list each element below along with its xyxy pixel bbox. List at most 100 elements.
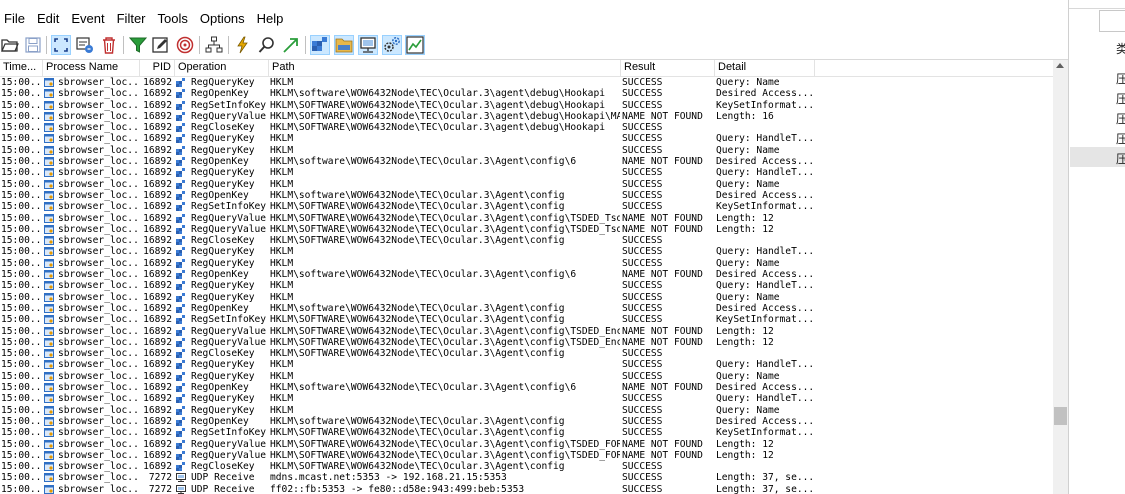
process-icon: [44, 281, 54, 291]
column-result[interactable]: Result: [621, 60, 715, 76]
table-row[interactable]: 15:00... sbrowser_loc... 16892 RegQueryKey H…: [0, 405, 1053, 416]
column-path[interactable]: Path: [269, 60, 621, 76]
menu-options[interactable]: Options: [194, 8, 251, 30]
cell-path: HKLM\SOFTWARE\WOW6432Node\TEC\Ocular.3\A…: [270, 235, 565, 247]
cell-process-name: sbrowser_loc...: [58, 461, 140, 473]
highlight-icon[interactable]: [151, 35, 171, 55]
table-row[interactable]: 15:00... sbrowser_loc... 16892 RegQueryKey H…: [0, 371, 1053, 382]
cell-pid: 16892: [143, 133, 172, 145]
background-list-item[interactable]: 压: [1116, 110, 1125, 127]
table-row[interactable]: 15:00... sbrowser_loc... 16892 RegQueryKey H…: [0, 292, 1053, 303]
table-row[interactable]: 15:00... sbrowser_loc... 16892 RegSetInfoKe…: [0, 100, 1053, 111]
cell-path: HKLM: [270, 246, 294, 258]
table-row[interactable]: 15:00... sbrowser_loc... 16892 RegQueryValu…: [0, 450, 1053, 461]
table-row[interactable]: 15:00... sbrowser_loc... 16892 RegQueryKey H…: [0, 258, 1053, 269]
table-row[interactable]: 15:00... sbrowser_loc... 16892 RegQueryValu…: [0, 337, 1053, 348]
process-icon: [44, 439, 54, 449]
table-row[interactable]: 15:00... sbrowser_loc... 16892 RegOpenKey HK…: [0, 269, 1053, 280]
registry-activity-icon[interactable]: [310, 35, 330, 55]
table-row[interactable]: 15:00... sbrowser_loc... 16892 RegCloseKey H…: [0, 461, 1053, 472]
jump-to-icon[interactable]: [281, 35, 301, 55]
table-row[interactable]: 15:00... sbrowser_loc... 16892 RegSetInfoKe…: [0, 201, 1053, 212]
scrollbar-thumb[interactable]: [1054, 407, 1067, 425]
table-row[interactable]: 15:00... sbrowser_loc... 16892 RegOpenKey HK…: [0, 416, 1053, 427]
autoscroll-icon[interactable]: [51, 35, 71, 55]
cell-pid: 16892: [143, 212, 172, 224]
cell-time: 15:00...: [1, 348, 43, 360]
event-properties-icon[interactable]: [233, 35, 253, 55]
file-activity-icon[interactable]: [334, 35, 354, 55]
table-row[interactable]: 15:00... sbrowser_loc... 16892 RegQueryKey H…: [0, 246, 1053, 257]
cell-operation: RegCloseKey: [191, 122, 255, 134]
table-row[interactable]: 15:00... sbrowser_loc... 16892 RegQueryKey H…: [0, 359, 1053, 370]
table-row[interactable]: 15:00... sbrowser_loc... 16892 RegQueryKey H…: [0, 179, 1053, 190]
background-list-item[interactable]: 压: [1116, 150, 1125, 167]
column-time[interactable]: Time...: [0, 60, 43, 76]
cell-pid: 16892: [143, 359, 172, 371]
table-row[interactable]: 15:00... sbrowser_loc... 16892 RegQueryValu…: [0, 326, 1053, 337]
table-row[interactable]: 15:00... sbrowser_loc... 16892 RegCloseKey H…: [0, 348, 1053, 359]
background-list-item[interactable]: 压: [1116, 70, 1125, 87]
cell-process-name: sbrowser_loc...: [58, 167, 140, 179]
table-row[interactable]: 15:00... sbrowser_loc... 16892 RegQueryValu…: [0, 111, 1053, 122]
table-row[interactable]: 15:00... sbrowser_loc... 16892 RegQueryKey H…: [0, 133, 1053, 144]
menu-filter[interactable]: Filter: [111, 8, 152, 30]
save-icon[interactable]: [23, 35, 43, 55]
find-icon[interactable]: [257, 35, 277, 55]
menu-event[interactable]: Event: [65, 8, 110, 30]
background-list-item[interactable]: 压: [1116, 90, 1125, 107]
column-pid[interactable]: PID: [140, 60, 175, 76]
table-row[interactable]: 15:00... sbrowser_loc... 16892 RegOpenKey HK…: [0, 303, 1053, 314]
table-row[interactable]: 15:00... sbrowser_loc... 16892 RegSetInfoKe…: [0, 427, 1053, 438]
column-detail[interactable]: Detail: [715, 60, 815, 76]
cell-process-name: sbrowser_loc...: [58, 302, 140, 314]
menu-file[interactable]: File: [0, 8, 31, 30]
vertical-scrollbar[interactable]: [1053, 60, 1068, 494]
network-activity-icon[interactable]: [358, 35, 378, 55]
cell-path: HKLM: [270, 133, 294, 145]
table-row[interactable]: 15:00... sbrowser_loc... 16892 RegQueryKey H…: [0, 145, 1053, 156]
process-tree-icon[interactable]: [204, 35, 224, 55]
table-row[interactable]: 15:00... sbrowser_loc... 16892 RegOpenKey HK…: [0, 156, 1053, 167]
menu-help[interactable]: Help: [251, 8, 290, 30]
table-row[interactable]: 15:00... sbrowser_loc... 7272 UDP Receive ff…: [0, 484, 1053, 494]
process-icon: [44, 145, 54, 155]
process-thread-activity-icon[interactable]: [382, 35, 402, 55]
cell-result: SUCCESS: [622, 77, 663, 88]
registry-operation-icon: [176, 100, 186, 110]
table-row[interactable]: 15:00... sbrowser_loc... 16892 RegOpenKey HK…: [0, 382, 1053, 393]
cell-result: SUCCESS: [622, 472, 663, 484]
filter-icon[interactable]: [128, 35, 148, 55]
delete-icon[interactable]: [99, 35, 119, 55]
cell-pid: 16892: [143, 336, 172, 348]
menu-edit[interactable]: Edit: [31, 8, 65, 30]
column-operation[interactable]: Operation: [175, 60, 269, 76]
table-row[interactable]: 15:00... sbrowser_loc... 16892 RegQueryKey H…: [0, 77, 1053, 88]
process-icon: [44, 270, 54, 280]
cell-operation: RegQueryKey: [191, 144, 255, 156]
cell-path: HKLM: [270, 144, 294, 156]
table-row[interactable]: 15:00... sbrowser_loc... 16892 RegQueryKey H…: [0, 167, 1053, 178]
include-process-icon[interactable]: [175, 35, 195, 55]
table-row[interactable]: 15:00... sbrowser_loc... 16892 RegQueryKey H…: [0, 393, 1053, 404]
cell-detail: KeySetInformat...: [716, 314, 815, 326]
table-row[interactable]: 15:00... sbrowser_loc... 16892 RegCloseKey H…: [0, 235, 1053, 246]
column-process-name[interactable]: Process Name: [43, 60, 140, 76]
cell-path: HKLM\SOFTWARE\WOW6432Node\TEC\Ocular.3\A…: [270, 201, 565, 213]
table-row[interactable]: 15:00... sbrowser_loc... 16892 RegQueryValu…: [0, 224, 1053, 235]
table-row[interactable]: 15:00... sbrowser_loc... 16892 RegCloseKey H…: [0, 122, 1053, 133]
table-row[interactable]: 15:00... sbrowser_loc... 16892 RegQueryValu…: [0, 213, 1053, 224]
table-row[interactable]: 15:00... sbrowser_loc... 16892 RegOpenKey HK…: [0, 190, 1053, 201]
table-row[interactable]: 15:00... sbrowser_loc... 16892 RegQueryKey H…: [0, 280, 1053, 291]
cell-time: 15:00...: [1, 156, 43, 168]
clear-display-icon[interactable]: [75, 35, 95, 55]
menu-tools[interactable]: Tools: [152, 8, 194, 30]
open-icon[interactable]: [0, 35, 20, 55]
profiling-icon[interactable]: [405, 35, 425, 55]
background-list-item[interactable]: 压: [1116, 130, 1125, 147]
table-row[interactable]: 15:00... sbrowser_loc... 16892 RegQueryValu…: [0, 439, 1053, 450]
table-row[interactable]: 15:00... sbrowser_loc... 7272 UDP Receive md…: [0, 472, 1053, 483]
scroll-up-arrow-icon[interactable]: [1056, 63, 1064, 68]
table-row[interactable]: 15:00... sbrowser_loc... 16892 RegOpenKey HK…: [0, 88, 1053, 99]
table-row[interactable]: 15:00... sbrowser_loc... 16892 RegSetInfoKe…: [0, 314, 1053, 325]
